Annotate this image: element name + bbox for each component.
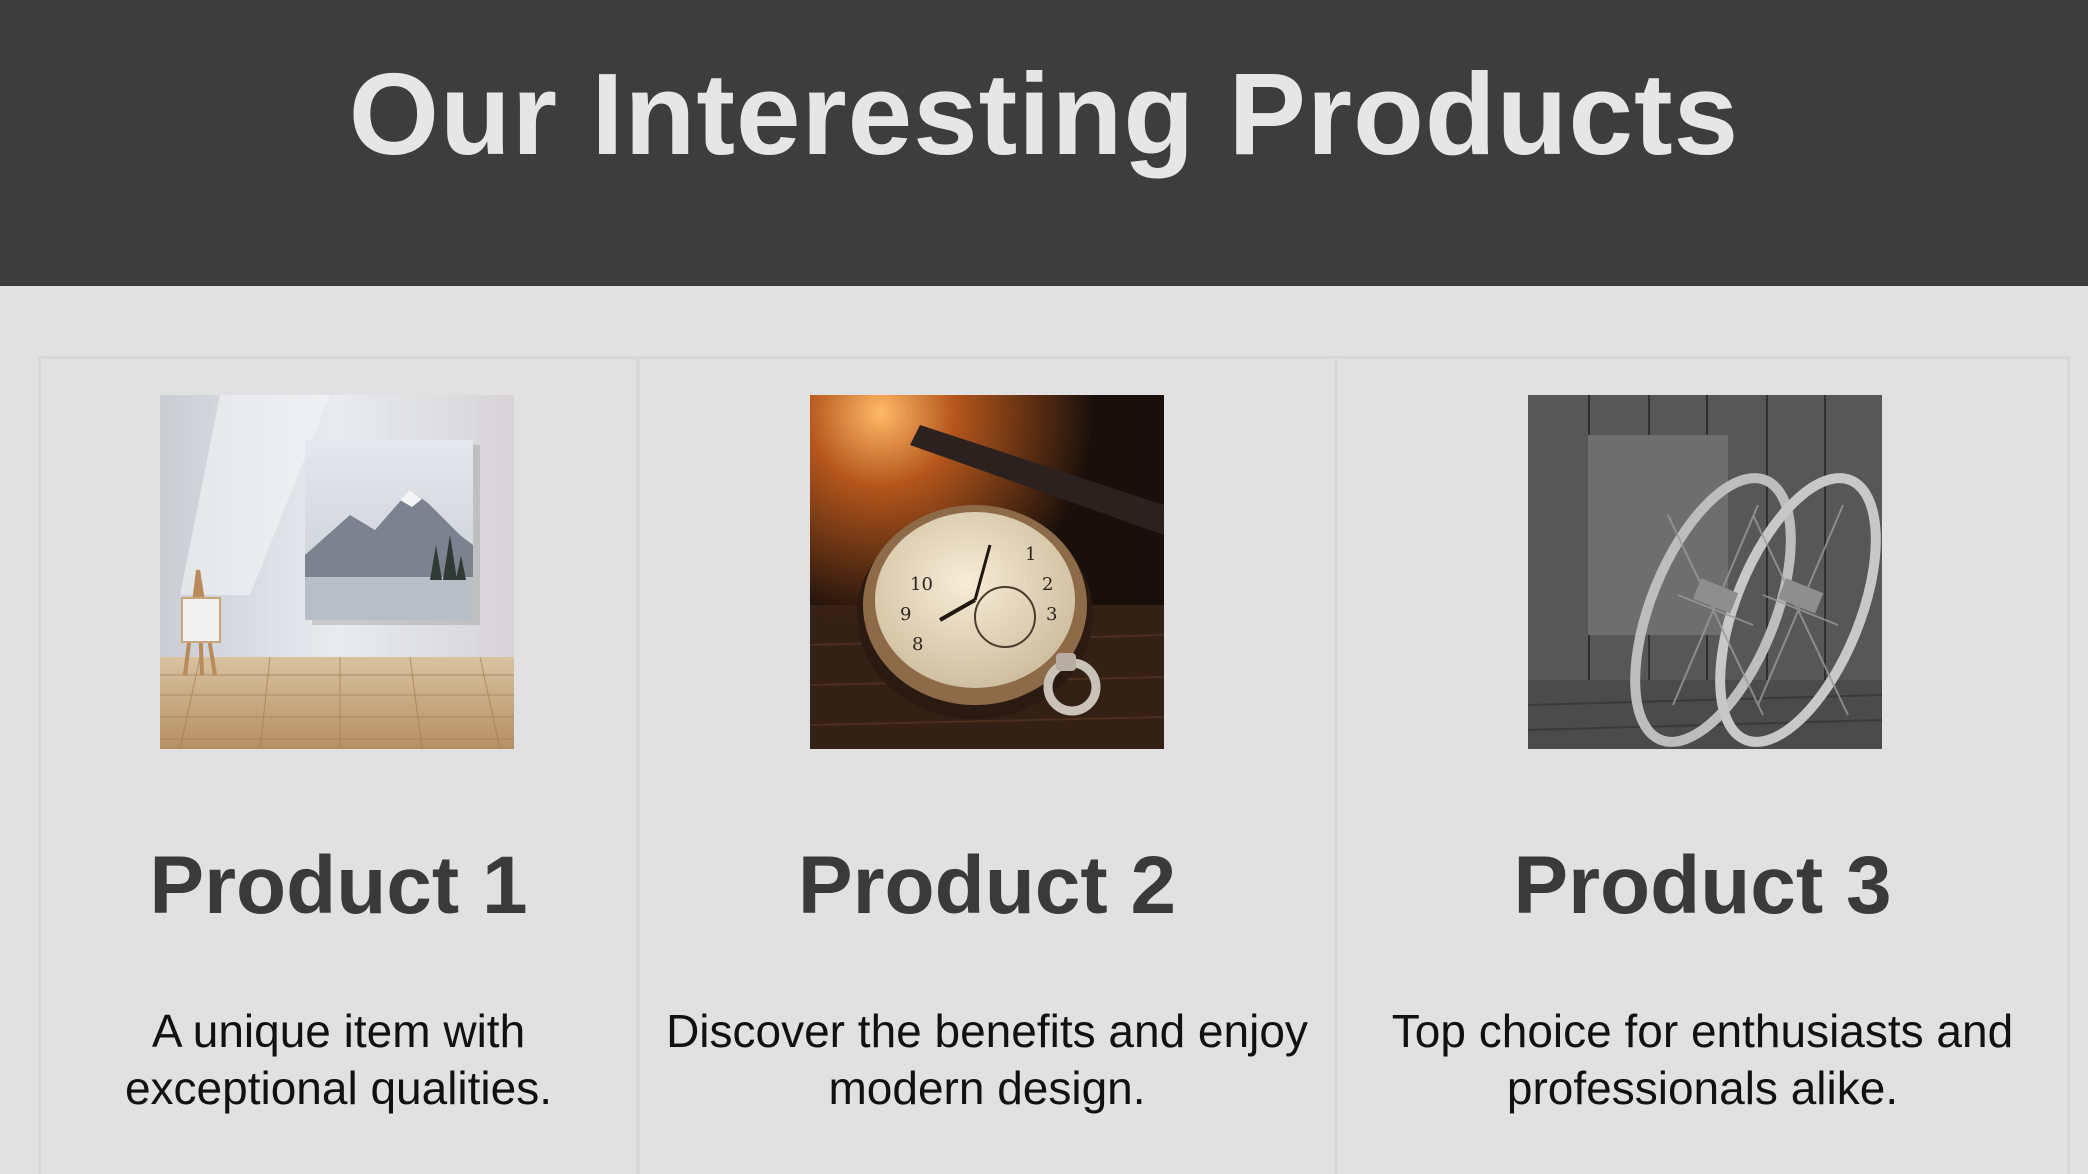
product-card-3: Product 3 Top choice for enthusiasts and… (1335, 356, 2070, 1174)
product-card-1: Product 1 A unique item with exceptional… (38, 356, 639, 1174)
snowshoes-image (1528, 395, 1882, 749)
pocket-watch-image: 10 9 8 1 2 3 (810, 395, 1164, 749)
svg-text:10: 10 (910, 574, 933, 595)
svg-text:1: 1 (1025, 544, 1036, 565)
svg-text:8: 8 (912, 634, 923, 655)
product-description: Discover the benefits and enjoy modern d… (666, 1005, 1308, 1114)
product-title: Product 2 (797, 840, 1177, 931)
svg-text:9: 9 (900, 604, 911, 625)
product-title: Product 3 (1513, 840, 1892, 931)
mountain-painting-image (160, 395, 514, 749)
product-card-2: 10 9 8 1 2 3 Product 2 Discover the bene… (637, 356, 1337, 1174)
page-header: Our Interesting Products (0, 0, 2088, 286)
svg-text:2: 2 (1042, 574, 1053, 595)
product-title: Product 1 (149, 840, 528, 931)
product-description: A unique item with exceptional qualities… (124, 1005, 553, 1114)
product-description: Top choice for enthusiasts and professio… (1391, 1005, 2014, 1114)
svg-text:3: 3 (1046, 604, 1057, 625)
page-title: Our Interesting Products (348, 49, 1740, 179)
